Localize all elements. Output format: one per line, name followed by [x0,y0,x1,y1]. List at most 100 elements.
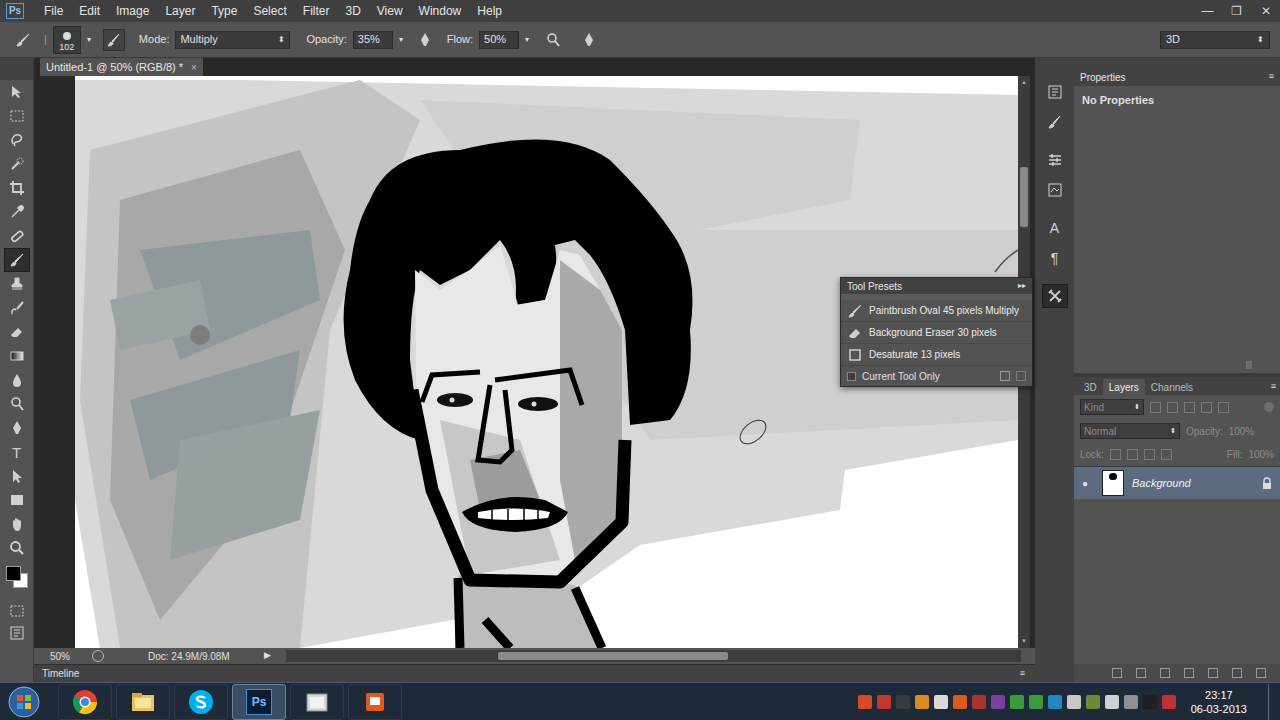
quick-mask-button[interactable] [4,600,30,622]
start-button[interactable] [4,684,44,720]
window-control-button[interactable]: ❐ [1222,0,1251,22]
taskbar-app-button[interactable] [174,684,228,720]
filter-type-icon[interactable] [1150,402,1161,413]
brush-size-picker[interactable]: 102 [53,26,81,54]
scroll-up-icon[interactable]: ▲ [1021,78,1027,87]
tool-button[interactable] [4,152,30,176]
new-preset-icon[interactable] [1000,371,1010,381]
taskbar-app-button[interactable] [290,684,344,720]
scroll-thumb[interactable] [1020,167,1028,227]
layer-name[interactable]: Background [1132,475,1191,492]
layer-action-icon[interactable] [1208,668,1218,678]
tool-button[interactable] [4,224,30,248]
menu-item[interactable]: Filter [295,2,338,20]
panel-tab[interactable]: Channels [1145,379,1199,395]
document-tab[interactable]: Untitled-1 @ 50% (RGB/8) *× [40,58,203,76]
horizontal-scrollbar[interactable] [286,650,1021,662]
tool-button[interactable] [4,392,30,416]
filter-toggle-icon[interactable] [1264,402,1274,412]
pressure-opacity-toggle[interactable] [417,32,433,48]
dock-button[interactable] [1042,178,1068,202]
menu-item[interactable]: Image [108,2,157,20]
layer-action-icon[interactable] [1184,668,1194,678]
tray-icon[interactable] [991,695,1005,709]
tray-icon[interactable] [1124,695,1138,709]
lock-option-icon[interactable] [1144,449,1155,460]
tray-icon[interactable] [915,695,929,709]
tool-button[interactable] [4,104,30,128]
airbrush-toggle[interactable] [545,32,561,48]
filter-type-icon[interactable] [1218,402,1229,413]
flow-field[interactable]: 50% [479,31,519,49]
filter-type-icon[interactable] [1167,402,1178,413]
window-control-button[interactable]: — [1193,0,1222,22]
tray-icon[interactable] [1143,695,1157,709]
properties-tab[interactable]: Properties [1080,70,1126,85]
filter-type-icon[interactable] [1184,402,1195,413]
workspace-select[interactable]: 3D⬍ [1160,31,1270,49]
tool-button[interactable] [4,536,30,560]
tool-preset-item[interactable]: Desaturate 13 pixels [841,344,1032,366]
brush-tool-preset[interactable] [8,32,38,48]
menu-item[interactable]: Layer [157,2,203,20]
tray-icon[interactable] [972,695,986,709]
panel-menu-icon[interactable]: ≡ [1269,70,1274,84]
menu-item[interactable]: Select [245,2,294,20]
tray-icon[interactable] [896,695,910,709]
panel-collapse-button[interactable]: ▸▸ [1018,280,1026,292]
status-menu-button[interactable]: ▶ [264,649,278,663]
taskbar-app-button[interactable] [348,684,402,720]
dropdown-arrow-icon[interactable]: ▾ [399,34,403,46]
tool-button[interactable] [4,344,30,368]
tool-button[interactable] [4,80,30,104]
dock-button[interactable] [1042,80,1068,104]
menu-item[interactable]: View [369,2,411,20]
blend-mode-select[interactable]: Normal⬍ [1080,423,1180,439]
lock-option-icon[interactable] [1127,449,1138,460]
filter-type-icon[interactable] [1201,402,1212,413]
tool-button[interactable] [4,488,30,512]
taskbar-app-button[interactable]: Ps [232,684,286,720]
show-desktop-button[interactable] [1268,684,1280,720]
tool-button[interactable] [4,200,30,224]
tray-icon[interactable] [1086,695,1100,709]
tool-button[interactable]: T [4,440,30,464]
filter-select[interactable]: Kind⬍ [1080,399,1144,415]
layer-action-icon[interactable] [1136,668,1146,678]
dock-button[interactable]: ¶ [1042,246,1068,270]
screen-mode-button[interactable] [4,622,30,644]
tray-icon[interactable] [934,695,948,709]
dropdown-arrow-icon[interactable]: ▾ [525,34,529,46]
tray-icon[interactable] [953,695,967,709]
scroll-down-icon[interactable]: ▼ [1021,637,1027,646]
tool-button[interactable] [4,512,30,536]
layer-action-icon[interactable] [1232,668,1242,678]
menu-item[interactable]: Window [411,2,470,20]
lock-option-icon[interactable] [1161,449,1172,460]
pressure-size-toggle[interactable] [581,32,597,48]
tool-button[interactable] [4,296,30,320]
tool-presets-title[interactable]: Tool Presets [847,279,902,294]
tool-button[interactable] [4,320,30,344]
panel-menu-icon[interactable]: ≡ [1020,667,1025,681]
tray-icon[interactable] [858,695,872,709]
current-tool-only-checkbox[interactable] [847,372,856,381]
menu-item[interactable]: File [36,2,71,20]
dock-button[interactable] [1042,148,1068,172]
tool-preset-item[interactable]: Background Eraser 30 pixels [841,322,1032,344]
tool-preset-item[interactable]: Paintbrush Oval 45 pixels Multiply [841,300,1032,322]
menu-item[interactable]: Type [203,2,245,20]
tool-button[interactable] [4,416,30,440]
menu-item[interactable]: Edit [71,2,108,20]
opacity-field[interactable]: 35% [353,31,393,49]
tray-icon[interactable] [1029,695,1043,709]
dock-button[interactable]: A [1042,216,1068,240]
zoom-level[interactable]: 50% [50,649,92,664]
mode-select[interactable]: Multiply⬍ [175,31,290,49]
fill-field[interactable]: 100% [1248,447,1274,462]
panel-tab[interactable]: 3D [1078,379,1103,395]
menu-item[interactable]: Help [469,2,510,20]
panel-tab[interactable]: Layers [1103,379,1145,395]
tray-icon[interactable] [1048,695,1062,709]
taskbar-app-button[interactable] [58,684,112,720]
